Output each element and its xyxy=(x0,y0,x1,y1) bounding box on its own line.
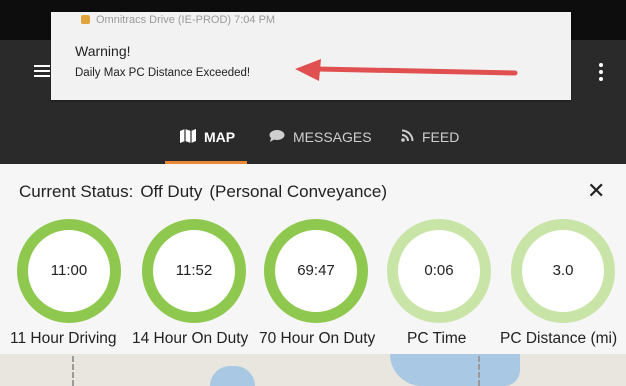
status-duty: Off Duty xyxy=(140,182,203,201)
notification-body: Daily Max PC Distance Exceeded! xyxy=(75,67,251,79)
gauge-value: 0:06 xyxy=(424,262,454,279)
tab-map-label: MAP xyxy=(204,129,236,145)
tab-feed-label: FEED xyxy=(422,129,460,145)
notification-card[interactable]: Omnitracs Drive (IE-PROD) 7:04 PM Warnin… xyxy=(51,12,571,100)
gauge-pc-time[interactable]: 0:06 xyxy=(387,219,491,323)
tab-feed[interactable]: FEED xyxy=(401,112,459,162)
gauge-value: 11:00 xyxy=(50,262,88,279)
tab-bar: MAP MESSAGES FEED xyxy=(0,112,626,164)
close-icon[interactable]: ✕ xyxy=(587,180,605,202)
chat-bubble-icon xyxy=(269,129,285,145)
gauge-label: PC Distance (mi) xyxy=(500,330,618,347)
gauge-label: PC Time xyxy=(407,330,467,347)
status-mode: (Personal Conveyance) xyxy=(209,182,388,201)
map-boundary-line xyxy=(478,356,480,386)
gauge-label: 14 Hour On Duty xyxy=(132,330,249,347)
notification-title: Warning! xyxy=(75,43,131,59)
status-panel: Current Status: Off Duty (Personal Conveya… xyxy=(0,164,626,354)
gauge-value: 11:52 xyxy=(175,262,213,279)
red-arrow-annotation xyxy=(295,59,518,81)
map-boundary-line xyxy=(72,356,74,386)
gauge-pc-distance[interactable]: 3.0 xyxy=(511,219,615,323)
status-prefix: Current Status: xyxy=(19,182,134,201)
notification-header: Omnitracs Drive (IE-PROD) 7:04 PM xyxy=(81,14,275,26)
rss-icon xyxy=(401,129,414,145)
map-water xyxy=(390,354,520,386)
gauge-value: 3.0 xyxy=(552,262,574,279)
gauge-label: 11 Hour Driving xyxy=(10,330,117,347)
current-status-line: Current Status: Off Duty (Personal Conveya… xyxy=(19,182,394,202)
tab-messages[interactable]: MESSAGES xyxy=(269,112,372,162)
tab-map[interactable]: MAP xyxy=(180,112,235,162)
gauge-label: 70 Hour On Duty xyxy=(259,330,376,347)
gauge-14-hour-on-duty[interactable]: 11:52 xyxy=(142,219,246,323)
tab-messages-label: MESSAGES xyxy=(293,129,372,145)
notification-app-line: Omnitracs Drive (IE-PROD) 7:04 PM xyxy=(96,14,276,26)
gauge-value: 69:47 xyxy=(297,262,335,279)
overflow-menu-icon[interactable] xyxy=(598,63,604,83)
gauge-11-hour-driving[interactable]: 11:00 xyxy=(17,219,121,323)
map-icon xyxy=(180,128,196,146)
hamburger-menu-icon[interactable] xyxy=(34,62,50,78)
map-view[interactable] xyxy=(0,354,626,386)
app-icon xyxy=(81,15,90,24)
gauge-70-hour-on-duty[interactable]: 69:47 xyxy=(264,219,368,323)
map-water xyxy=(210,366,255,386)
